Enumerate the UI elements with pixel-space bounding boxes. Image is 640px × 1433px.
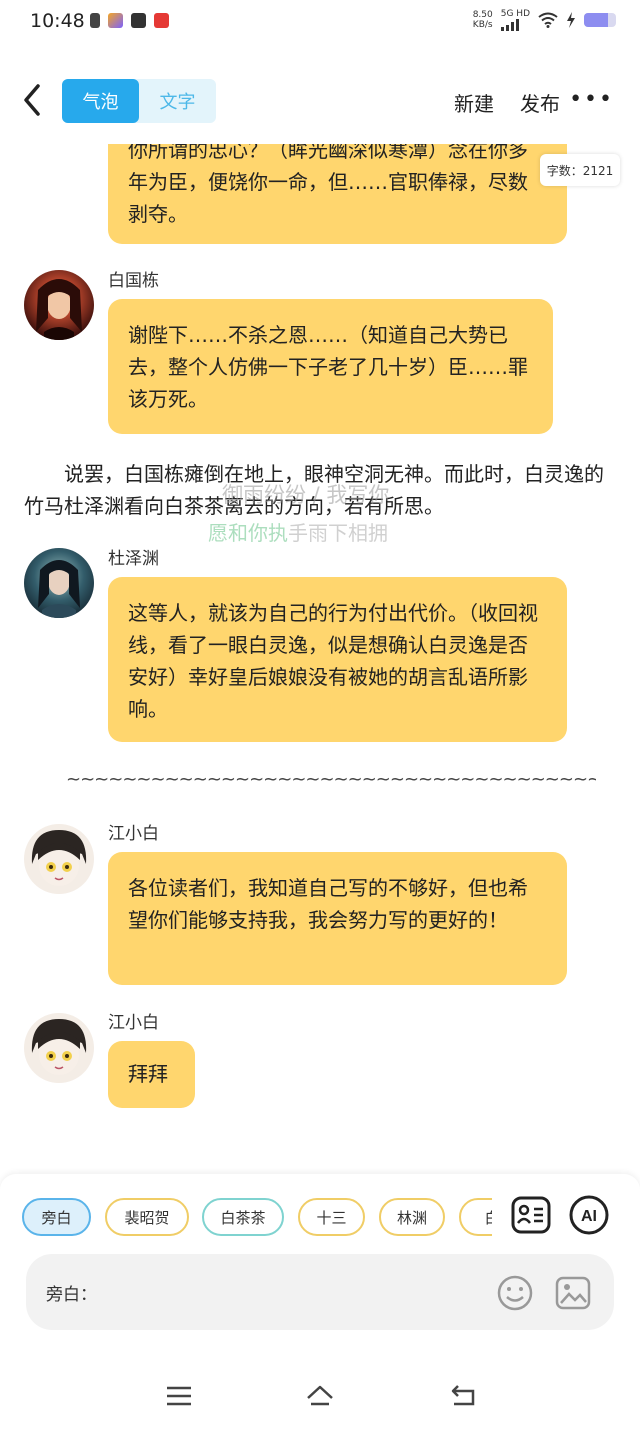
composer-panel: 旁白 裴昭贺 白茶茶 十三 林渊 白 AI 旁白： [0, 1174, 640, 1358]
avatar[interactable] [24, 824, 94, 894]
system-nav-bar [0, 1358, 640, 1433]
new-button[interactable]: 新建 [454, 88, 494, 117]
back-arrow-icon[interactable] [18, 80, 48, 120]
bubble-text: 拜拜 [128, 1062, 168, 1086]
message-input[interactable]: 旁白： [26, 1254, 614, 1330]
chat-bubble[interactable]: 你所谓的忠心？（眸光幽深似寒潭）念在你多年为臣，便饶你一命，但……官职俸禄，尽数… [108, 144, 567, 244]
emoji-icon[interactable] [496, 1274, 534, 1312]
publish-button[interactable]: 发布 [520, 88, 560, 117]
bubble-text: 谢陛下……不杀之恩……（知道自己大势已去，整个人仿佛一下子老了几十岁）臣……罪该… [128, 323, 528, 411]
avatar[interactable] [24, 548, 94, 618]
charging-icon [567, 12, 575, 28]
watermark-line2: 愿和你执手雨下相拥 [208, 521, 388, 545]
role-chip[interactable]: 林渊 [379, 1198, 445, 1236]
chat-bubble[interactable]: 谢陛下……不杀之恩……（知道自己大势已去，整个人仿佛一下子老了几十岁）臣……罪该… [108, 299, 553, 434]
battery-level [584, 13, 608, 27]
role-chip-narrator[interactable]: 旁白 [22, 1198, 91, 1236]
app-icon [154, 13, 169, 28]
tiktok-icon [90, 13, 100, 28]
wifi-icon [538, 12, 558, 28]
speaker-name: 杜泽渊 [108, 549, 159, 569]
avatar[interactable] [24, 270, 94, 340]
bubble-text: 这等人，就该为自己的行为付出代价。（收回视线，看了一眼白灵逸，似是想确认白灵逸是… [128, 601, 538, 721]
app-icon [108, 13, 123, 28]
network-type: 5G HD [500, 9, 530, 31]
chat-bubble[interactable]: 各位读者们，我知道自己写的不够好，但也希望你们能够支持我，我会努力写的更好的！ [108, 852, 567, 985]
character-card-icon[interactable] [510, 1194, 552, 1236]
notification-icons [90, 13, 169, 28]
app-icon [131, 13, 146, 28]
watermark-line1: 御雨纷纷 / 我写你 [222, 483, 390, 507]
status-bar: 10:48 8.50 KB/s 5G HD [0, 0, 640, 44]
status-right: 8.50 KB/s 5G HD [473, 9, 616, 31]
ai-icon[interactable]: AI [568, 1194, 610, 1236]
signal-icon [500, 19, 530, 31]
avatar-image [31, 1019, 87, 1075]
avatar-image [38, 560, 80, 618]
chat-bubble[interactable]: 这等人，就该为自己的行为付出代价。（收回视线，看了一眼白灵逸，似是想确认白灵逸是… [108, 577, 567, 742]
speaker-name: 江小白 [108, 1013, 159, 1033]
avatar-image [31, 830, 87, 886]
role-chip[interactable]: 十三 [298, 1198, 365, 1236]
input-speaker-label: 旁白： [46, 1285, 97, 1305]
role-chip[interactable]: 白茶茶 [202, 1198, 284, 1236]
more-icon[interactable]: ••• [569, 89, 614, 111]
tilde-divider: ~~~~~~~~~~~~~~~~~~~~~~~~~~~~~~~~~~~~~~~~ [66, 769, 596, 790]
role-chip[interactable]: 裴昭贺 [105, 1198, 189, 1236]
top-toolbar: 气泡 文字 新建 发布 ••• [0, 64, 640, 144]
word-count-badge: 字数：2121 [540, 154, 620, 186]
menu-icon[interactable] [164, 1382, 194, 1410]
mode-switch: 气泡 文字 [62, 79, 216, 123]
tab-bubble[interactable]: 气泡 [62, 79, 139, 123]
chat-bubble[interactable]: 拜拜 [108, 1041, 195, 1108]
tab-text[interactable]: 文字 [139, 79, 216, 123]
back-nav-icon[interactable] [448, 1382, 478, 1410]
speaker-name: 白国栋 [108, 271, 159, 291]
image-icon[interactable] [554, 1274, 592, 1312]
battery-icon [584, 13, 616, 27]
bubble-text: 你所谓的忠心？（眸光幽深似寒潭）念在你多年为臣，便饶你一命，但……官职俸禄，尽数… [128, 144, 528, 226]
role-chip[interactable]: 白 [459, 1198, 492, 1236]
chat-area[interactable]: 你所谓的忠心？（眸光幽深似寒潭）念在你多年为臣，便饶你一命，但……官职俸禄，尽数… [0, 144, 640, 1174]
speaker-name: 江小白 [108, 824, 159, 844]
avatar-image [36, 279, 82, 340]
net-speed: 8.50 KB/s [472, 10, 493, 30]
bubble-text: 各位读者们，我知道自己写的不够好，但也希望你们能够支持我，我会努力写的更好的！ [128, 876, 528, 932]
avatar[interactable] [24, 1013, 94, 1083]
svg-text:AI: AI [581, 1208, 597, 1225]
role-chips: 旁白 裴昭贺 白茶茶 十三 林渊 白 [22, 1198, 492, 1238]
status-time: 10:48 [30, 10, 85, 32]
home-icon[interactable] [305, 1382, 335, 1410]
